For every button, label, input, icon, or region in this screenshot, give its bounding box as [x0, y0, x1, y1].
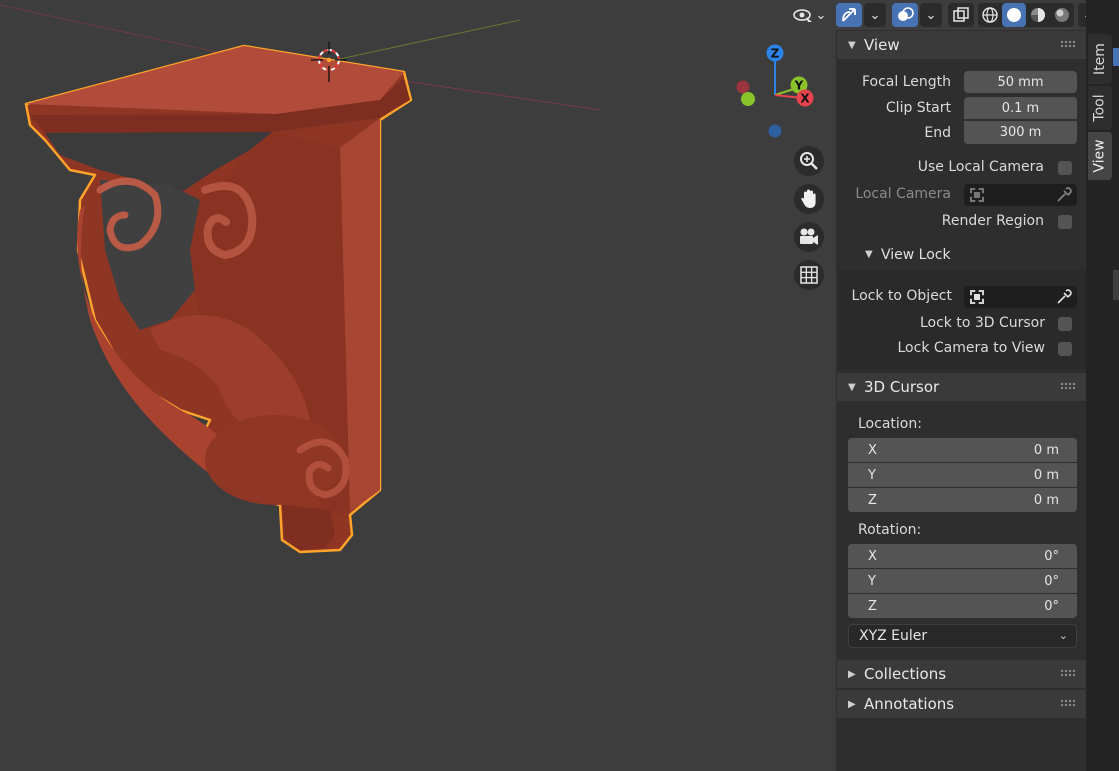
3d-cursor-panel-body: Location: X0 m Y0 m Z0 m Rotation: X 0° Y… — [837, 401, 1086, 654]
clip-start-field[interactable]: 0.1 m — [964, 97, 1077, 119]
clip-end-label: End — [924, 125, 951, 141]
lock-to-3d-cursor-label: Lock to 3D Cursor — [919, 315, 1045, 331]
rendered-sphere-icon[interactable] — [1050, 3, 1074, 27]
gizmo-z-label: Z — [771, 47, 780, 61]
annotations-panel-title: Annotations — [864, 695, 955, 713]
chevron-down-icon[interactable]: ⌄ — [814, 3, 828, 27]
object-icon — [970, 188, 984, 202]
eye-arrow-icon — [792, 3, 814, 27]
local-camera-field — [964, 184, 1077, 206]
use-local-camera-label: Use Local Camera — [917, 159, 1044, 175]
sidebar-panel: ▼ View Focal Length 50 mm Clip Start 0.1… — [836, 30, 1086, 771]
location-x-field[interactable]: X0 m — [848, 438, 1077, 462]
triangle-right-icon: ▶ — [848, 698, 856, 710]
view-panel-title: View — [864, 36, 900, 54]
hand-icon[interactable] — [794, 184, 824, 214]
gizmo-x-label: X — [800, 92, 810, 106]
shading-mode-group — [978, 3, 1074, 27]
clip-start-label: Clip Start — [885, 100, 951, 116]
material-sphere-icon[interactable] — [1026, 3, 1050, 27]
tab-view[interactable]: View — [1088, 132, 1112, 180]
render-region-label: Render Region — [941, 213, 1044, 229]
triangle-down-icon: ▼ — [865, 249, 873, 260]
drag-grip-icon[interactable] — [1060, 382, 1076, 390]
gizmo-group — [836, 2, 862, 28]
gizmo-neg-z[interactable] — [768, 124, 782, 138]
rotation-z-field[interactable]: Z 0° — [848, 594, 1077, 618]
xray-square-icon[interactable] — [948, 3, 974, 27]
lock-to-object-label: Lock to Object — [851, 288, 952, 304]
view-panel-header[interactable]: ▼ View — [837, 31, 1086, 59]
sidebar-tabs: Item Tool View — [1086, 0, 1119, 771]
region-scroll-edge[interactable] — [1113, 270, 1119, 300]
clip-end-field[interactable]: 300 m — [964, 121, 1077, 144]
render-region-checkbox[interactable] — [1058, 215, 1072, 229]
collections-panel-header[interactable]: ▶ Collections — [837, 660, 1086, 688]
eyedropper-icon[interactable] — [1054, 288, 1072, 306]
3d-cursor-panel-header[interactable]: ▼ 3D Cursor — [837, 373, 1086, 401]
chevron-down-icon: ⌄ — [1058, 629, 1068, 642]
3d-viewport[interactable]: Z Y X ⌄ ⌄ ⌄ — [0, 0, 1098, 771]
solid-sphere-icon[interactable] — [1002, 3, 1026, 27]
rotation-mode-select[interactable]: XYZ Euler ⌄ — [848, 624, 1077, 648]
location-label: Location: — [858, 416, 922, 432]
overlay-circles-icon[interactable] — [892, 3, 918, 27]
overlay-dropdown-chevron-icon[interactable]: ⌄ — [920, 3, 942, 27]
tab-tool[interactable]: Tool — [1088, 86, 1112, 130]
location-z-field[interactable]: Z0 m — [848, 488, 1077, 512]
3d-cursor-panel-title: 3D Cursor — [864, 378, 940, 396]
rotation-mode-value: XYZ Euler — [859, 628, 928, 644]
rotation-label: Rotation: — [858, 522, 922, 538]
gizmo-neg-x[interactable] — [736, 80, 750, 94]
local-camera-label: Local Camera — [855, 186, 951, 202]
view-lock-body: Lock to Object Lock to 3D Cursor Lock Ca… — [838, 270, 1086, 369]
annotations-panel-header[interactable]: ▶ Annotations — [837, 690, 1086, 718]
collections-panel-title: Collections — [864, 665, 947, 683]
location-vector: X0 m Y0 m Z0 m — [848, 438, 1077, 513]
object-icon — [970, 290, 984, 304]
view-lock-subpanel-header[interactable]: ▼ View Lock — [837, 242, 1086, 270]
triangle-down-icon: ▼ — [848, 381, 856, 393]
drag-grip-icon[interactable] — [1060, 669, 1076, 677]
viewport-scene: Z Y X — [0, 4, 814, 554]
gizmo-y-label: Y — [794, 79, 804, 93]
gizmo-neg-y[interactable] — [741, 92, 755, 106]
lock-to-3d-cursor-checkbox[interactable] — [1058, 317, 1072, 331]
triangle-right-icon: ▶ — [848, 668, 856, 680]
focal-length-label: Focal Length — [861, 74, 951, 90]
lock-camera-to-view-label: Lock Camera to View — [897, 340, 1046, 356]
view-lock-title: View Lock — [881, 247, 951, 263]
selected-object-corbel[interactable] — [24, 44, 413, 554]
tab-item[interactable]: Item — [1088, 34, 1112, 84]
zoom-magnifier-icon[interactable] — [794, 146, 824, 176]
lock-to-object-field[interactable] — [964, 286, 1077, 308]
rotation-y-field[interactable]: Y 0° — [848, 569, 1077, 593]
grid-icon[interactable] — [794, 260, 824, 290]
camera-icon[interactable] — [794, 222, 824, 252]
gizmo-arrow-icon[interactable] — [836, 3, 862, 27]
location-y-field[interactable]: Y0 m — [848, 463, 1077, 487]
focal-length-field[interactable]: 50 mm — [964, 71, 1077, 93]
view-panel-body: Focal Length 50 mm Clip Start 0.1 m End … — [837, 59, 1086, 369]
gizmo-dropdown-chevron-icon[interactable]: ⌄ — [864, 3, 886, 27]
wireframe-sphere-icon[interactable] — [978, 3, 1002, 27]
lock-camera-to-view-checkbox[interactable] — [1058, 342, 1072, 356]
use-local-camera-checkbox[interactable] — [1058, 161, 1072, 175]
rotation-vector: X 0° Y 0° Z 0° — [848, 544, 1077, 619]
rotation-x-field[interactable]: X 0° — [848, 544, 1077, 568]
drag-grip-icon[interactable] — [1060, 699, 1076, 707]
visibility-toggle[interactable]: ⌄ — [792, 2, 828, 28]
region-edge-accent — [1113, 48, 1119, 66]
eyedropper-icon — [1057, 187, 1072, 202]
drag-grip-icon[interactable] — [1060, 40, 1076, 48]
triangle-down-icon: ▼ — [848, 39, 856, 51]
